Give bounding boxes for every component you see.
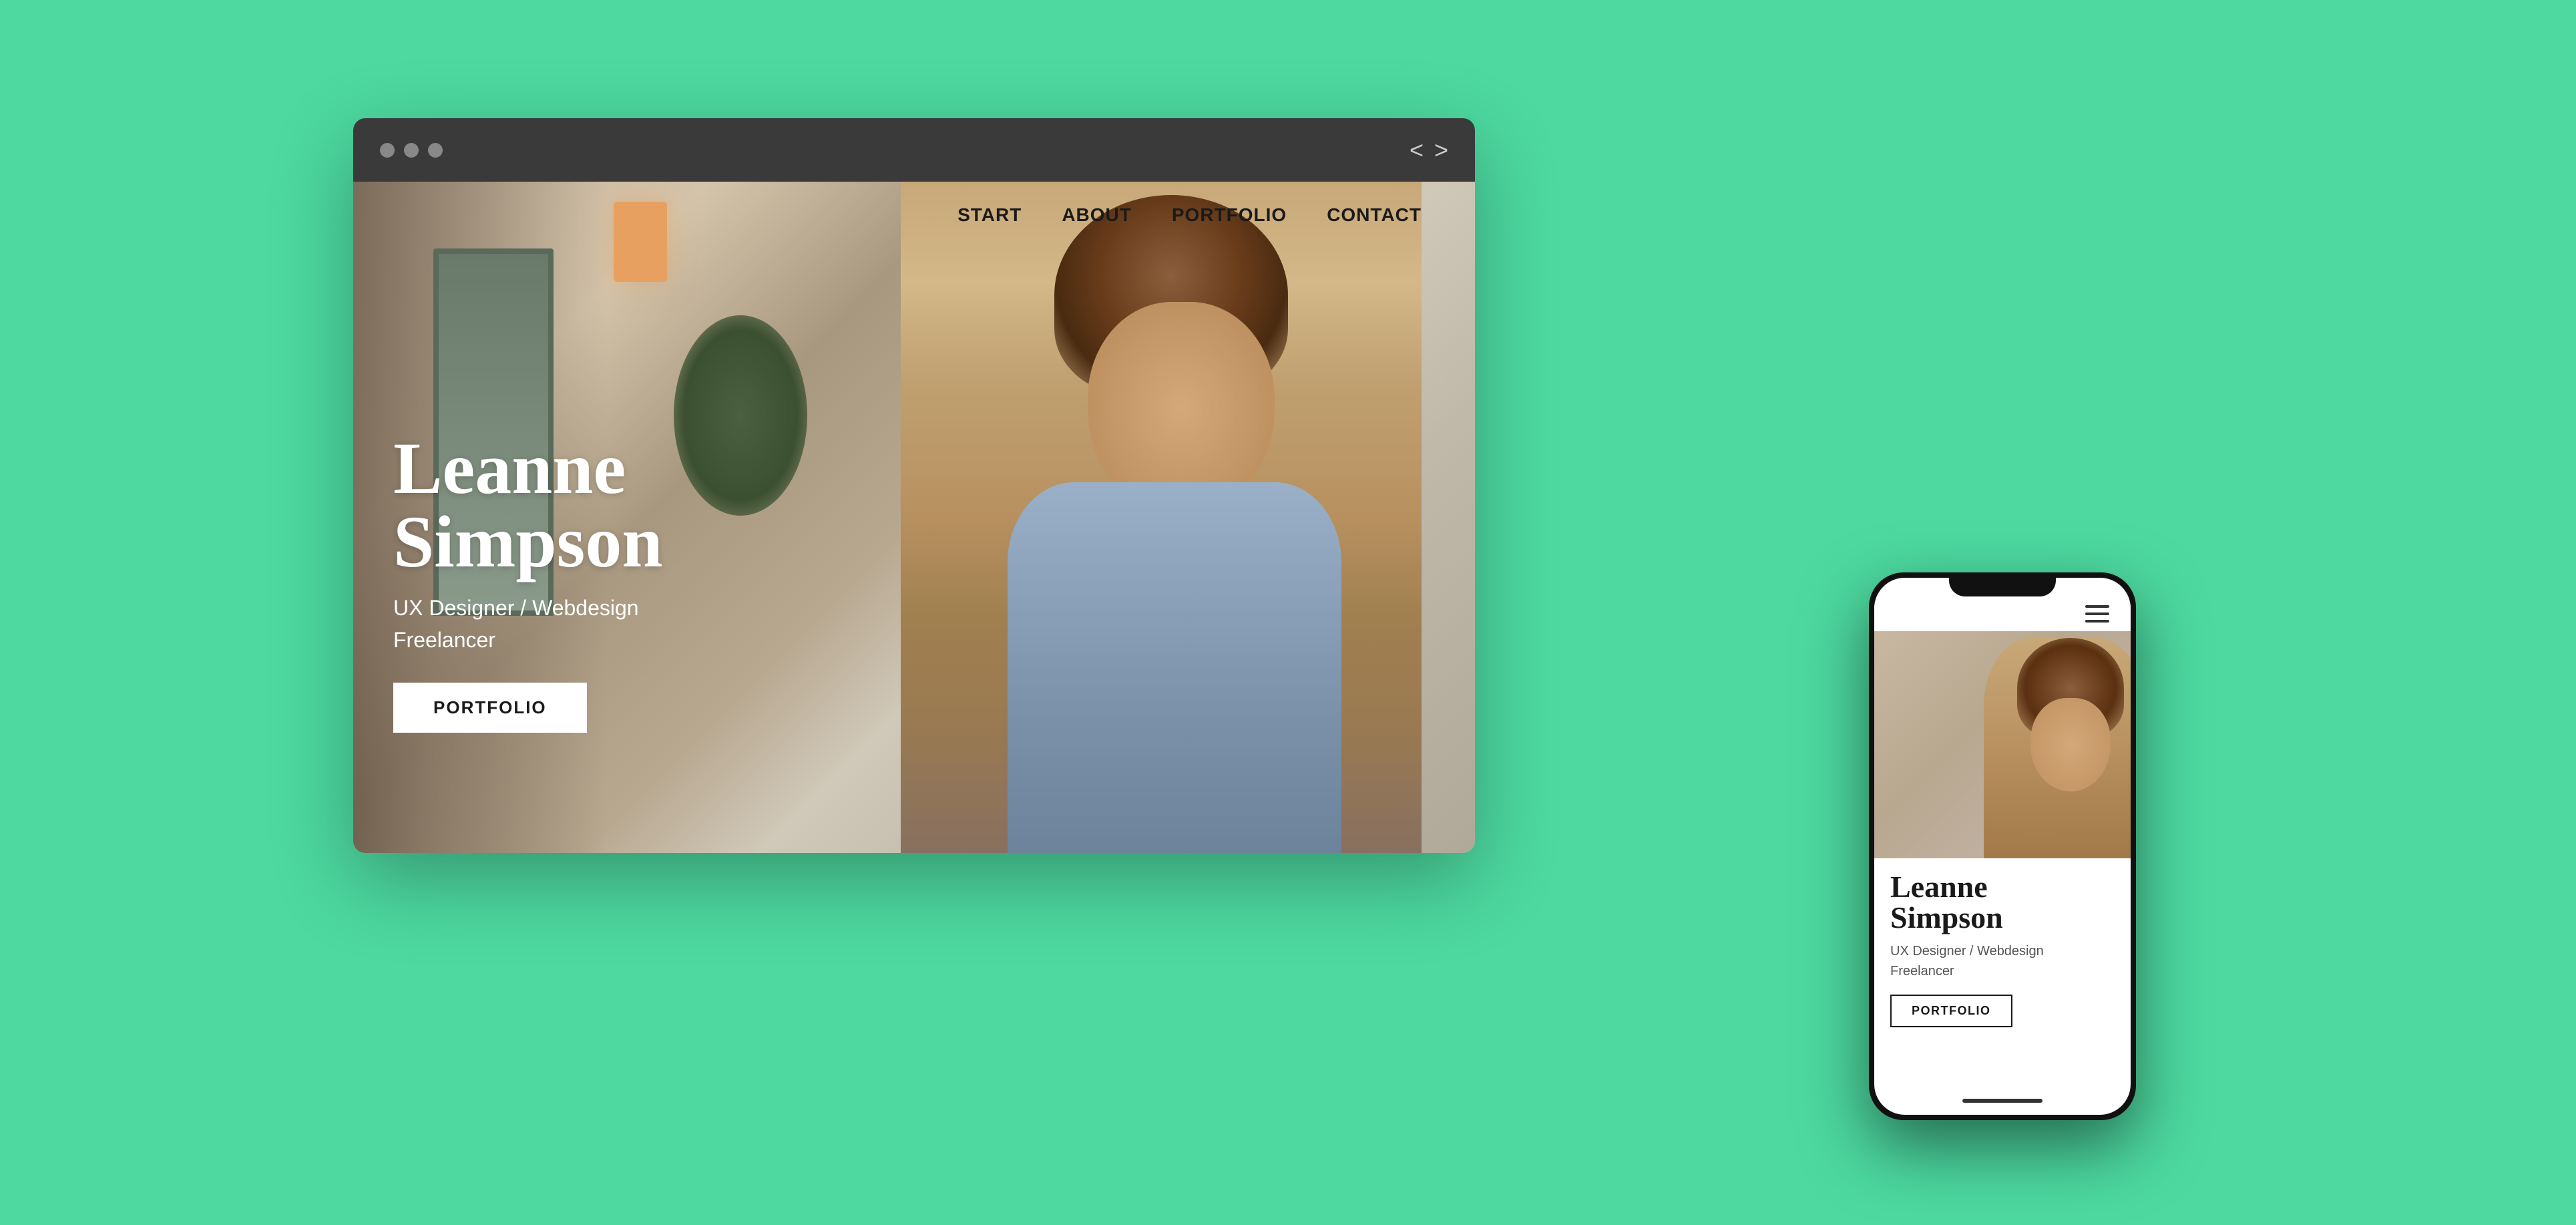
- nav-item-portfolio[interactable]: PORTFOLIO: [1172, 204, 1287, 226]
- forward-arrow-icon[interactable]: >: [1434, 136, 1448, 164]
- phone-notch: [1949, 572, 2056, 596]
- hero-subtitle: UX Designer / Webdesign Freelancer: [393, 592, 663, 656]
- back-arrow-icon[interactable]: <: [1410, 136, 1424, 164]
- browser-dot-yellow[interactable]: [404, 143, 419, 158]
- phone-person-face: [2030, 698, 2111, 792]
- hero-name-line2: Simpson: [393, 501, 663, 582]
- hero-name: Leanne Simpson: [393, 431, 663, 578]
- menu-line-2: [2085, 612, 2109, 615]
- hero-person: [901, 182, 1422, 853]
- menu-line-1: [2085, 605, 2109, 608]
- browser-content: START ABOUT PORTFOLIO CONTACT Leanne Sim…: [353, 182, 1475, 853]
- browser-dots: [380, 143, 443, 158]
- phone-person: [1984, 638, 2131, 858]
- browser-chrome: < >: [353, 118, 1475, 182]
- menu-line-3: [2085, 620, 2109, 623]
- phone-hero-subtitle: UX Designer / Webdesign Freelancer: [1890, 941, 2115, 981]
- phone-device: Leanne Simpson UX Designer / Webdesign F…: [1869, 572, 2136, 1120]
- phone-portfolio-button[interactable]: PORTFOLIO: [1890, 995, 2012, 1027]
- hero-text-block: Leanne Simpson UX Designer / Webdesign F…: [393, 431, 663, 733]
- hero-subtitle-line1: UX Designer / Webdesign: [393, 596, 639, 620]
- hero-name-line1: Leanne: [393, 427, 626, 509]
- browser-nav-arrows: < >: [1410, 136, 1448, 164]
- nav-item-about[interactable]: ABOUT: [1062, 204, 1132, 226]
- browser-dot-green[interactable]: [428, 143, 443, 158]
- nav-item-start[interactable]: START: [957, 204, 1022, 226]
- scene: < > START ABOUT: [320, 78, 2256, 1147]
- phone-subtitle-line1: UX Designer / Webdesign: [1890, 944, 2044, 958]
- phone-name-line1: Leanne: [1890, 870, 1988, 904]
- browser-window: < > START ABOUT: [353, 118, 1475, 853]
- phone-hero-image: [1874, 631, 2131, 858]
- browser-dot-red[interactable]: [380, 143, 395, 158]
- hero-subtitle-line2: Freelancer: [393, 628, 495, 652]
- hero-nav: START ABOUT PORTFOLIO CONTACT: [353, 182, 1475, 248]
- phone-hero-text-block: Leanne Simpson UX Designer / Webdesign F…: [1874, 858, 2131, 1041]
- hamburger-menu-icon[interactable]: [2085, 605, 2109, 623]
- phone-home-indicator: [1962, 1099, 2043, 1103]
- person-shirt: [1008, 482, 1341, 853]
- hero-portfolio-button[interactable]: PORTFOLIO: [393, 683, 587, 733]
- nav-item-contact[interactable]: CONTACT: [1327, 204, 1422, 226]
- phone-name-line2: Simpson: [1890, 900, 2003, 934]
- phone-screen: Leanne Simpson UX Designer / Webdesign F…: [1874, 578, 2131, 1115]
- phone-subtitle-line2: Freelancer: [1890, 964, 1954, 979]
- plant-blob: [674, 315, 807, 516]
- phone-hero-name: Leanne Simpson: [1890, 872, 2115, 933]
